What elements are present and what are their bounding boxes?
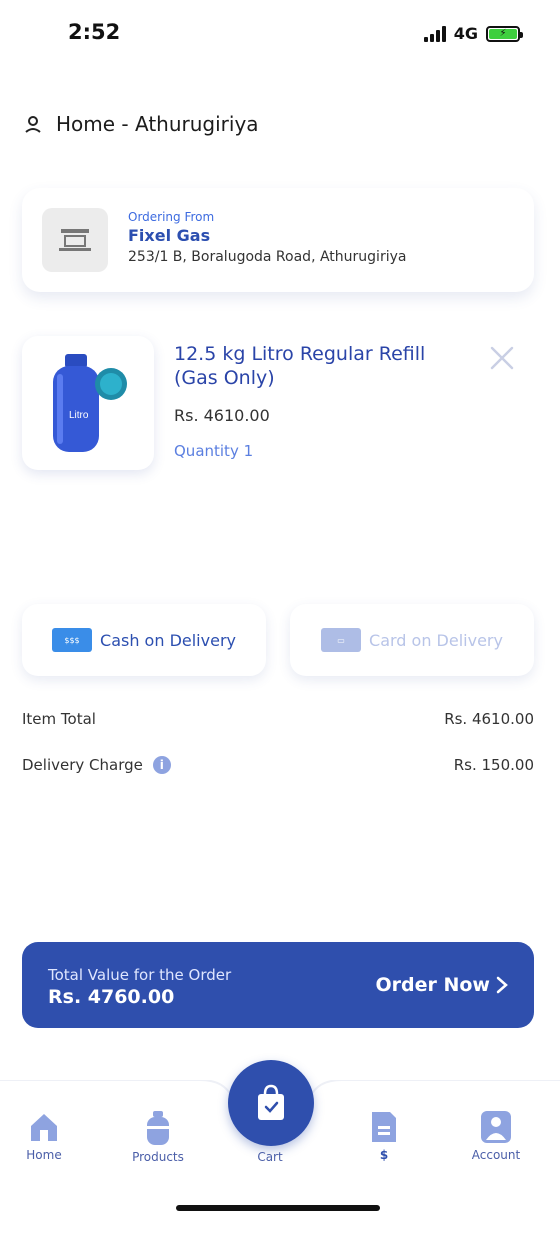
store-card[interactable]: Ordering From Fixel Gas 253/1 B, Boralug… xyxy=(22,188,534,292)
item-total-row: Item Total Rs. 4610.00 xyxy=(22,710,534,728)
store-info: Ordering From Fixel Gas 253/1 B, Boralug… xyxy=(128,210,406,265)
status-indicators: 4G ⚡ xyxy=(423,24,523,43)
home-indicator xyxy=(176,1205,380,1211)
nav-cart[interactable]: Cart xyxy=(230,1150,310,1164)
item-total-value: Rs. 4610.00 xyxy=(444,710,534,728)
order-now-bar[interactable]: Total Value for the Order Rs. 4760.00 Or… xyxy=(22,942,534,1028)
gas-cylinder-nav-icon xyxy=(147,1111,169,1145)
item-total-label: Item Total xyxy=(22,710,96,728)
battery-icon: ⚡ xyxy=(486,25,523,42)
delivery-charge-label-group: Delivery Charge i xyxy=(22,756,171,774)
ordering-from-label: Ordering From xyxy=(128,210,215,224)
network-type: 4G xyxy=(453,24,478,43)
nav-payments[interactable]: $ xyxy=(344,1110,424,1162)
delivery-charge-label: Delivery Charge xyxy=(22,756,143,774)
location-label: Home - Athurugiriya xyxy=(56,112,259,136)
store-logo xyxy=(42,208,108,272)
nav-products[interactable]: Products xyxy=(118,1110,198,1164)
nav-cart-label: Cart xyxy=(257,1150,283,1164)
nav-home-label: Home xyxy=(26,1148,62,1162)
svg-text:Litro: Litro xyxy=(69,410,89,421)
nav-account-label: Account xyxy=(471,1148,521,1162)
info-icon[interactable]: i xyxy=(152,756,171,774)
close-icon xyxy=(490,346,514,370)
order-total-value: Rs. 4760.00 xyxy=(48,986,175,1008)
home-icon xyxy=(31,1114,57,1141)
product-price: Rs. 4610.00 xyxy=(174,406,270,425)
cash-on-delivery-option[interactable]: $$$ Cash on Delivery xyxy=(22,604,266,676)
delivery-location[interactable]: Home - Athurugiriya xyxy=(24,112,259,136)
product-quantity: Quantity 1 xyxy=(174,442,254,460)
document-icon xyxy=(372,1112,396,1142)
signal-icon xyxy=(423,25,446,42)
card-on-delivery-label: Card on Delivery xyxy=(369,630,503,650)
user-icon xyxy=(481,1111,511,1143)
delivery-charge-value: Rs. 150.00 xyxy=(453,756,534,774)
nav-products-label: Products xyxy=(132,1150,184,1164)
cash-icon: $$$ xyxy=(52,628,93,652)
product-image: Litro xyxy=(22,336,154,470)
order-total-label: Total Value for the Order xyxy=(48,966,232,984)
store-icon xyxy=(59,229,91,251)
card-on-delivery-option[interactable]: ▭ Card on Delivery xyxy=(290,604,534,676)
status-bar: 2:52 4G ⚡ xyxy=(0,0,560,70)
order-now-button[interactable]: Order Now xyxy=(375,974,508,996)
product-title: 12.5 kg Litro Regular Refill (Gas Only) xyxy=(174,343,426,389)
status-time: 2:52 xyxy=(68,20,121,44)
card-icon: ▭ xyxy=(321,628,362,652)
remove-item-button[interactable] xyxy=(486,342,518,374)
shopping-bag-icon xyxy=(258,1084,284,1120)
location-pin-icon xyxy=(25,116,41,133)
nav-account[interactable]: Account xyxy=(456,1110,536,1162)
delivery-charge-row: Delivery Charge i Rs. 150.00 xyxy=(22,756,534,774)
chevron-right-icon xyxy=(496,976,508,994)
gas-cylinder-icon: Litro xyxy=(53,354,127,452)
cash-on-delivery-label: Cash on Delivery xyxy=(100,630,236,650)
store-name: Fixel Gas xyxy=(128,226,211,245)
store-address: 253/1 B, Boralugoda Road, Athurugiriya xyxy=(128,249,407,265)
nav-home[interactable]: Home xyxy=(4,1110,84,1162)
cart-button[interactable] xyxy=(228,1060,314,1146)
nav-payments-label: $ xyxy=(379,1148,389,1162)
order-now-label: Order Now xyxy=(375,974,490,996)
